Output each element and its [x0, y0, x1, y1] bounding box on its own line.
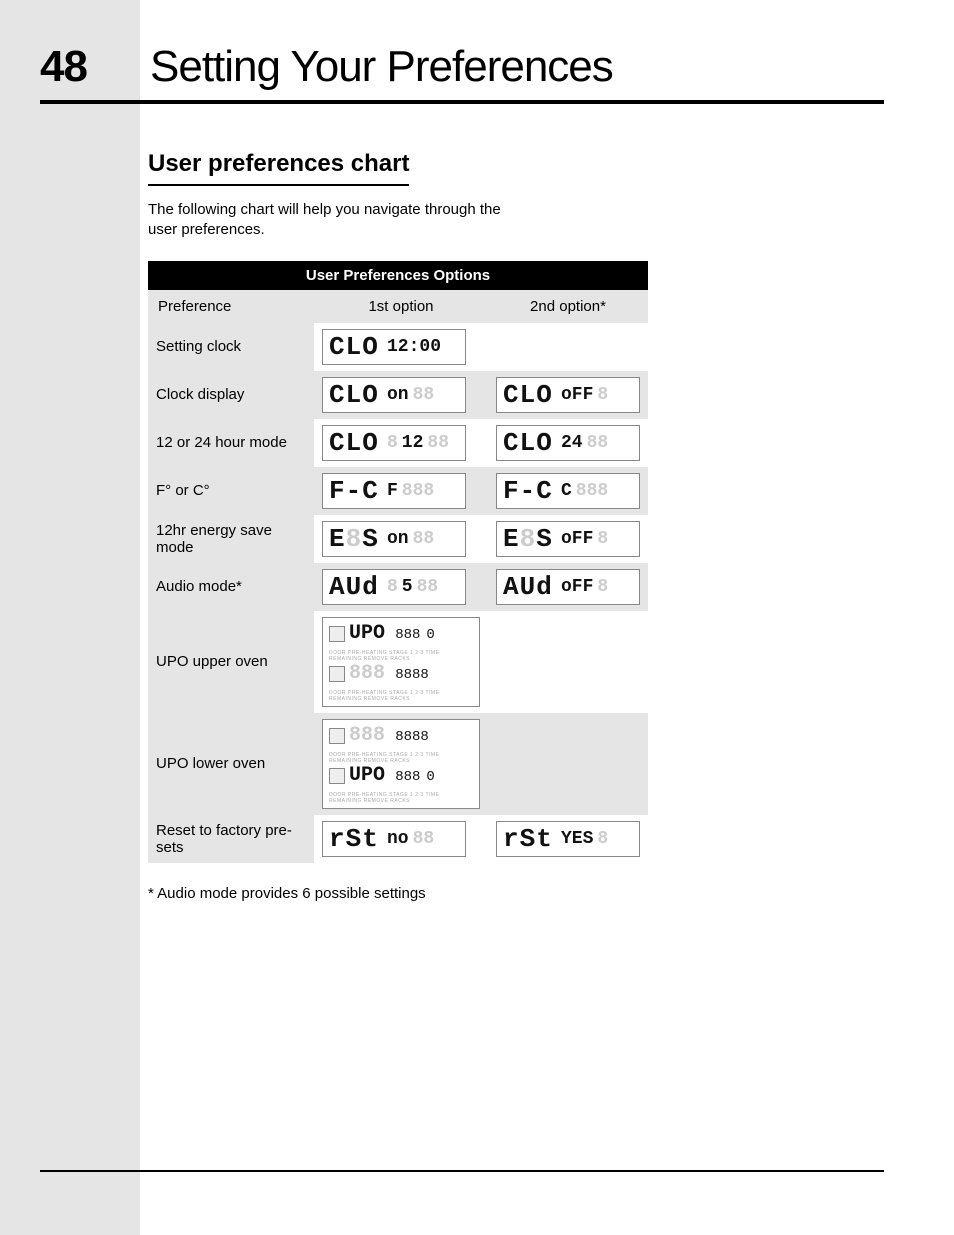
oven-icon [329, 626, 345, 642]
row-label: 12hr energy save mode [148, 515, 314, 563]
lcd-display: rSt YES8 [496, 821, 640, 857]
section-intro: The following chart will help you naviga… [148, 200, 508, 241]
page-number: 48 [40, 42, 87, 92]
row-label: UPO upper oven [148, 611, 314, 713]
lcd-display: AUd oFF8 [496, 569, 640, 605]
oven-icon [329, 666, 345, 682]
table-title: User Preferences Options [148, 261, 648, 290]
lcd-display: E8S on88 [322, 521, 466, 557]
preferences-table: User Preferences Options Preference 1st … [148, 261, 648, 863]
row-label: UPO lower oven [148, 713, 314, 815]
col-header-preference: Preference [148, 290, 314, 323]
lcd-display: E8S oFF8 [496, 521, 640, 557]
top-rule [40, 100, 884, 104]
row-label: Audio mode* [148, 563, 314, 611]
page-title: Setting Your Preferences [150, 42, 613, 92]
lcd-display: F-C C888 [496, 473, 640, 509]
lcd-display-double: UPO 8880 DOOR PRE-HEATING STAGE 1 2 3 TI… [322, 617, 480, 707]
oven-icon [329, 768, 345, 784]
lcd-display: F-C F888 [322, 473, 466, 509]
lcd-display: CLO 12:00 [322, 329, 466, 365]
lcd-display: CLO on88 [322, 377, 466, 413]
lcd-display: CLO 2488 [496, 425, 640, 461]
row-label: Clock display [148, 371, 314, 419]
lcd-display: CLO oFF8 [496, 377, 640, 413]
section-heading: User preferences chart [148, 150, 409, 184]
col-header-opt1: 1st option [314, 290, 488, 323]
left-margin-bar [0, 0, 140, 1235]
bottom-rule [40, 1170, 884, 1172]
lcd-display: rSt no88 [322, 821, 466, 857]
row-label: Reset to factory pre-sets [148, 815, 314, 863]
row-label: 12 or 24 hour mode [148, 419, 314, 467]
footnote: * Audio mode provides 6 possible setting… [148, 885, 868, 902]
lcd-display: CLO 81288 [322, 425, 466, 461]
lcd-display: AUd 8588 [322, 569, 466, 605]
oven-icon [329, 728, 345, 744]
row-label: Setting clock [148, 323, 314, 371]
row-label: F° or C° [148, 467, 314, 515]
lcd-display-double: 888 8888 DOOR PRE-HEATING STAGE 1 2 3 TI… [322, 719, 480, 809]
col-header-opt2: 2nd option* [488, 290, 648, 323]
